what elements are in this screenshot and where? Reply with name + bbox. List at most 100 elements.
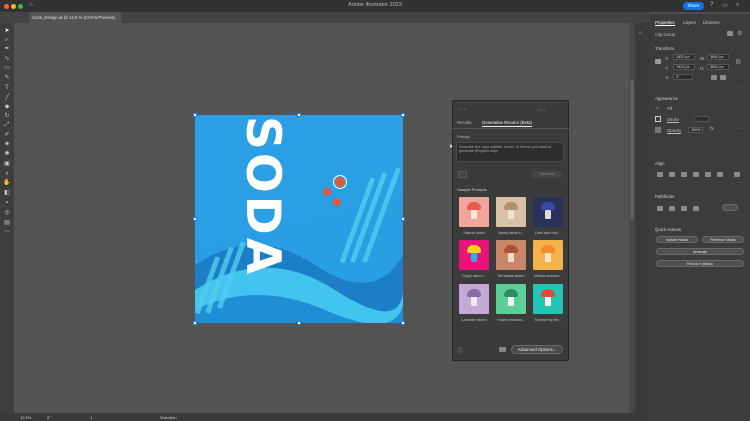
align-middle-icon[interactable] [705,172,711,177]
sample-thumbnail[interactable] [496,197,526,227]
rotation-level[interactable]: 0° [47,415,51,420]
pen-tool-icon[interactable]: ✒ [3,46,11,52]
palette-picker[interactable] [458,171,467,178]
tab-recolor[interactable]: Recolor [457,120,472,125]
prompt-input[interactable]: Describe the color palette, mood, or the… [456,142,564,162]
artboard-number[interactable]: 1 [90,415,92,420]
eyedropper-tool-icon[interactable]: ✐ [3,132,11,138]
workspace-icon[interactable]: ▭ [722,2,728,9]
resize-handle[interactable] [193,113,197,117]
resize-handle[interactable] [193,217,197,221]
collapse-panels-icon[interactable]: « [639,30,642,36]
opacity-label[interactable]: Opacity [667,128,681,133]
curvature-tool-icon[interactable]: ∿ [3,56,11,62]
align-top-icon[interactable] [693,172,699,177]
resize-handle[interactable] [193,321,197,325]
info-icon[interactable]: ⓘ [457,346,463,355]
stroke-weight-field[interactable] [694,116,709,122]
color-library-icon[interactable] [499,347,506,352]
more-options-icon[interactable]: ⋯ [737,84,742,90]
advanced-options-button[interactable]: Advanced Options... [511,345,563,354]
more-tools-icon[interactable]: ⋯ [3,229,11,235]
align-to-icon[interactable] [734,172,740,177]
rotate-tool-icon[interactable]: ↻ [3,113,11,119]
sample-thumbnail[interactable] [533,197,563,227]
tab-generative-recolor[interactable]: Generative Recolor (Beta) [482,120,532,127]
more-options-icon[interactable]: ⋯ [737,180,742,186]
resize-handle[interactable] [297,321,301,325]
sample-thumbnail[interactable] [533,240,563,270]
sample-thumbnail[interactable] [533,284,563,314]
paintbrush-tool-icon[interactable]: ✎ [3,75,11,81]
fill-stroke-swatch-icon[interactable]: ◧ [3,190,11,196]
settings-icon[interactable]: ⚙ [737,30,742,37]
blend-tool-icon[interactable]: ◈ [3,141,11,147]
resize-handle[interactable] [401,217,405,221]
eraser-tool-icon[interactable]: ◆ [3,104,11,110]
rectangle-tool-icon[interactable]: ▭ [3,65,11,71]
align-bottom-icon[interactable] [717,172,723,177]
resize-handle[interactable] [401,113,405,117]
minus-front-icon[interactable] [669,206,675,211]
search-icon[interactable]: ⌕ [736,2,739,9]
symbol-sprayer-tool-icon[interactable]: ✺ [3,151,11,157]
artboard-tool-icon[interactable]: ▣ [3,161,11,167]
color-mode-icon[interactable]: ▪ [3,200,11,206]
resize-handle[interactable] [401,321,405,325]
share-button[interactable]: Share [683,2,704,10]
document-tab[interactable]: Soda_Design.ai @ 12.5 % (CMYK/Preview) [29,12,121,23]
zoom-tool-icon[interactable]: ⌕ [3,171,11,177]
artboard-artwork[interactable]: SODA [195,115,403,323]
align-left-icon[interactable] [657,172,663,177]
resize-handle[interactable] [297,113,301,117]
constrain-proportions-icon[interactable]: ⛓ [735,59,741,65]
recolor-beta-button[interactable]: Recolor (Beta) [656,260,744,267]
align-center-icon[interactable] [669,172,675,177]
reset-icon[interactable]: ↺ ▭ [538,107,546,112]
flip-vertical-icon[interactable] [720,75,726,80]
type-tool-icon[interactable]: T [3,85,11,91]
fx-icon[interactable]: fx [710,126,714,132]
sample-thumbnail[interactable] [459,197,489,227]
fill-swatch-icon[interactable]: ? [656,106,658,111]
selection-tool-icon[interactable]: ➤ [3,28,11,34]
more-options-icon[interactable]: ⋯ [737,126,742,132]
width-field[interactable]: 3840 px [707,54,729,60]
line-tool-icon[interactable]: ╱ [3,95,11,101]
flip-horizontal-icon[interactable] [711,75,717,80]
x-field[interactable]: 1920 px [673,54,695,60]
direct-selection-tool-icon[interactable]: ▹ [3,37,11,43]
stroke-label[interactable]: Stroke [667,117,679,122]
reference-point-icon[interactable] [655,59,661,64]
height-field[interactable]: 3840 px [707,64,729,70]
scale-tool-icon[interactable]: ⤢ [3,122,11,128]
scrollbar-thumb[interactable] [630,80,634,220]
draw-mode-icon[interactable]: ◎ [3,210,11,216]
sample-thumbnail[interactable] [459,240,489,270]
isolate-icon[interactable] [727,31,733,36]
sample-thumbnail[interactable] [459,284,489,314]
arrange-button[interactable]: Arrange [656,248,744,255]
zoom-level[interactable]: 12.5% [20,415,31,420]
stroke-swatch-icon[interactable] [655,116,661,122]
unite-icon[interactable] [657,206,663,211]
exclude-icon[interactable] [693,206,699,211]
tab-libraries[interactable]: Libraries [703,20,719,25]
angle-field[interactable]: 0° [673,74,693,80]
undo-icon[interactable]: ↶ ↷ [458,107,466,112]
isolate-mask-button[interactable]: Isolate Mask [656,236,698,243]
intersect-icon[interactable] [681,206,687,211]
tab-layers[interactable]: Layers [683,20,696,25]
help-icon[interactable]: ? [710,2,713,8]
y-field[interactable]: 1920 px [673,64,695,70]
sample-thumbnail[interactable] [496,240,526,270]
opacity-field[interactable]: 100% [688,127,703,133]
release-mask-button[interactable]: Release Mask [702,236,744,243]
expand-button[interactable] [722,204,738,211]
hand-tool-icon[interactable]: ✋ [3,180,11,186]
sample-thumbnail[interactable] [496,284,526,314]
screen-mode-icon[interactable]: ▤ [3,220,11,226]
sample-prompts-label[interactable]: Sample Prompts [457,187,487,192]
generate-button[interactable]: Generate [531,171,563,178]
tab-properties[interactable]: Properties [655,20,675,26]
